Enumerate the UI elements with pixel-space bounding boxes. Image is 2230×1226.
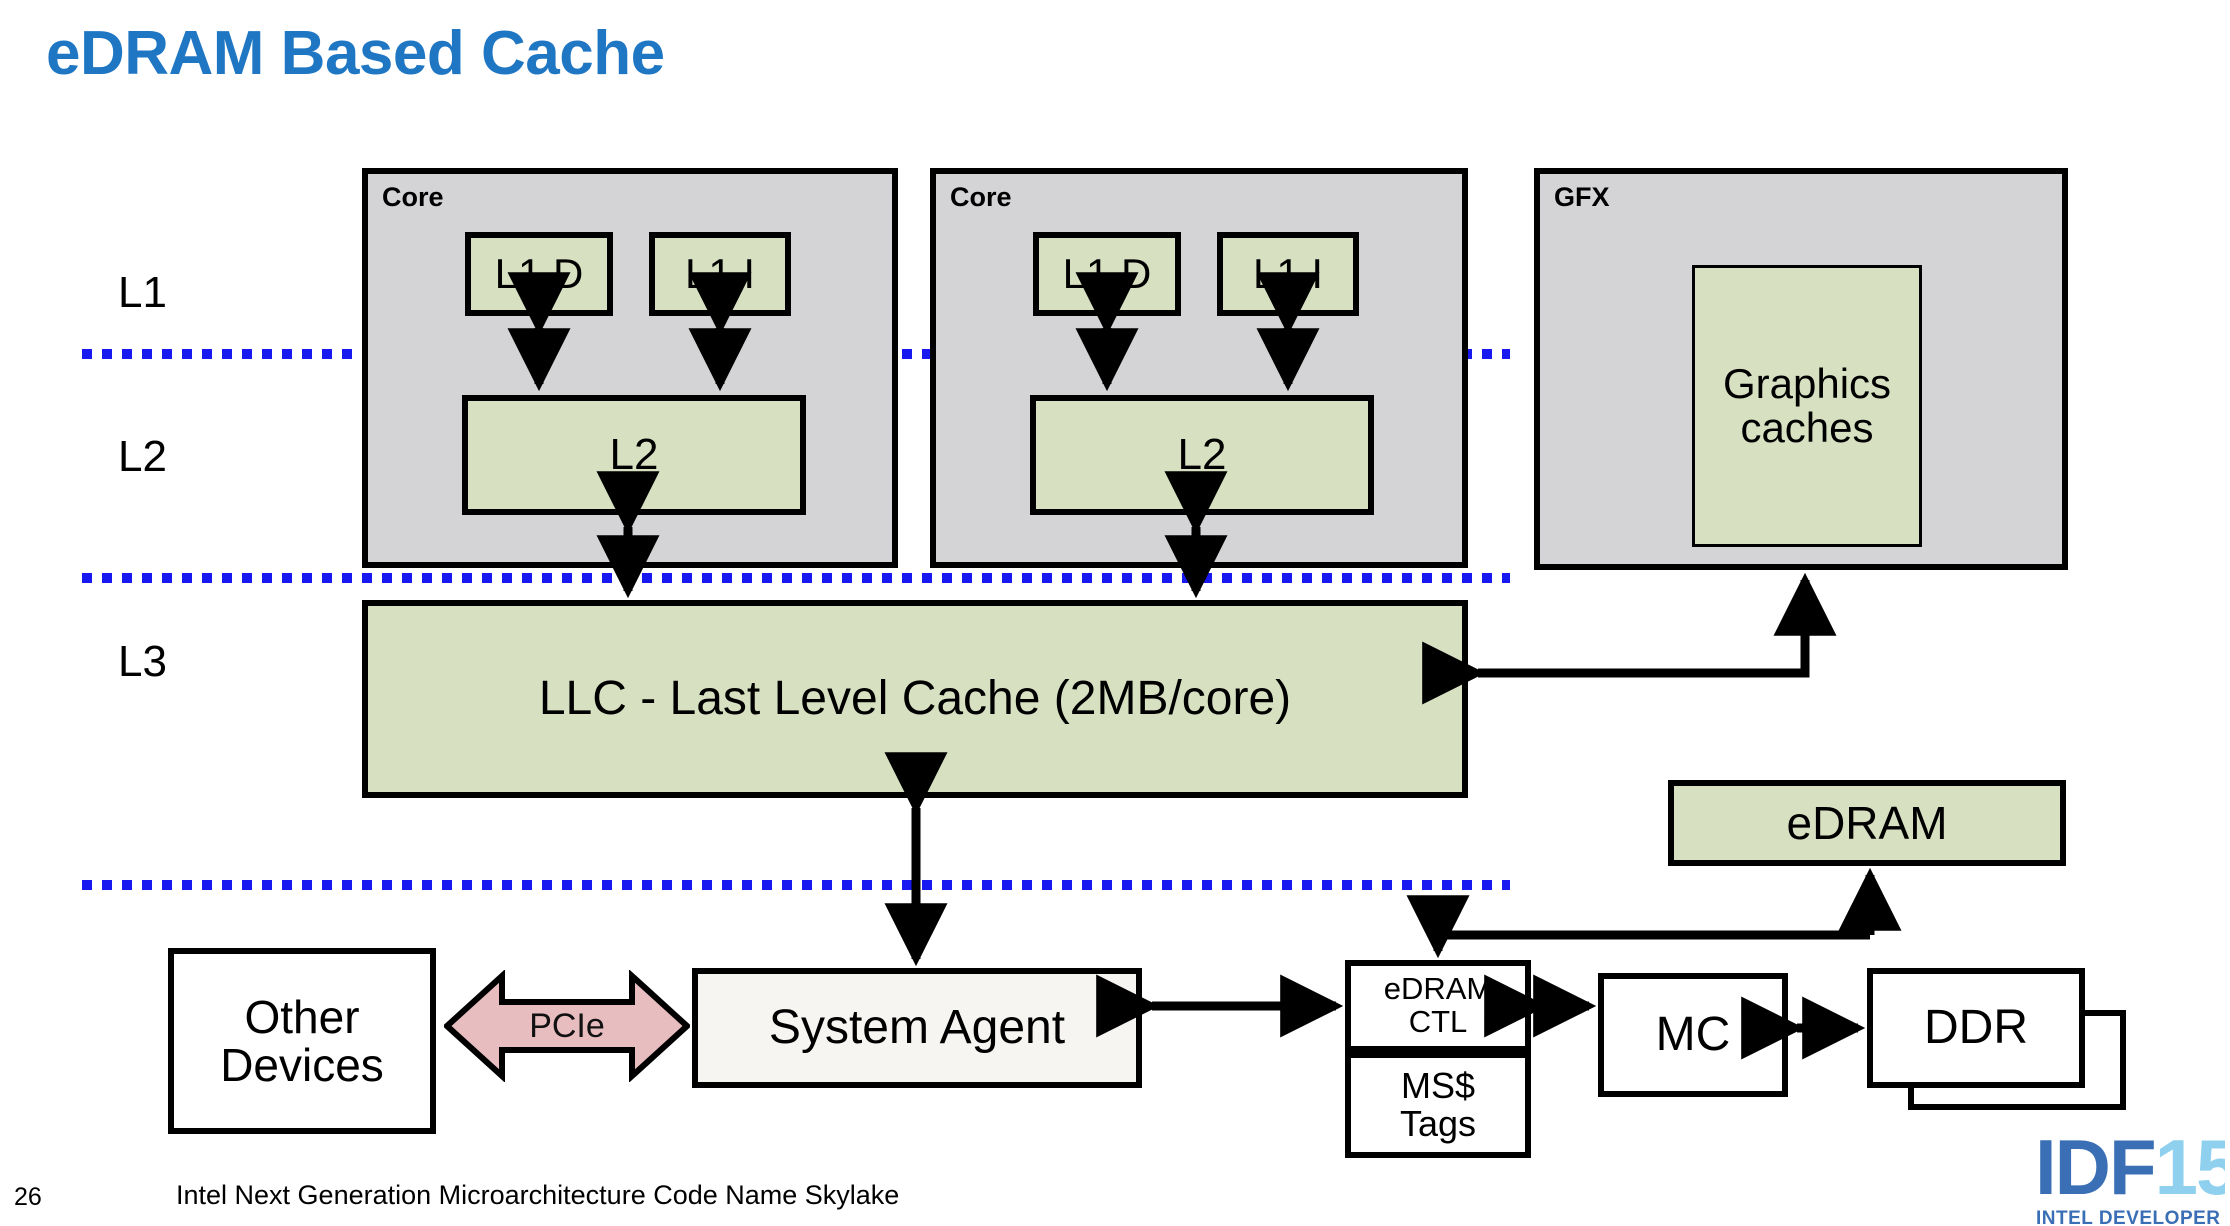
idf-logo-wordmark: IDF15: [2035, 1134, 2225, 1206]
llc-label: LLC - Last Level Cache (2MB/core): [538, 671, 1292, 725]
l1d-cache-1: L1 D: [1033, 232, 1181, 316]
idf-logo-tagline: INTEL DEVELOPER FORUM: [2036, 1208, 2225, 1226]
footer-text: Intel Next Generation Microarchitecture …: [176, 1180, 900, 1210]
other-devices-label: Other Devices: [220, 990, 384, 1091]
edram-ctl-label: eDRAM CTL: [1383, 971, 1493, 1039]
l1i-cache-1: L1 I: [1217, 232, 1359, 316]
idf-logo: IDF15 INTEL DEVELOPER FORUM: [2035, 1134, 2225, 1226]
slide-canvas: eDRAM Based Cache L1 L2 L3 Core L1 D L1 …: [0, 0, 2230, 1226]
l1d-label-0: L1 D: [494, 249, 584, 297]
core-title-0: Core: [382, 182, 444, 212]
level-label-l1: L1: [118, 268, 167, 317]
l1d-label-1: L1 D: [1062, 249, 1152, 297]
ddr-label: DDR: [1924, 1000, 2028, 1054]
divider-l2-l3: [82, 573, 1510, 583]
l2-cache-0: L2: [462, 395, 806, 515]
level-label-l3: L3: [118, 637, 167, 686]
graphics-caches-block: Graphics caches: [1692, 265, 1922, 547]
idf-logo-15: 15: [2154, 1134, 2225, 1211]
llc-block: LLC - Last Level Cache (2MB/core): [362, 600, 1468, 798]
edram-block: eDRAM: [1668, 780, 2066, 866]
level-label-l2: L2: [118, 432, 167, 481]
edram-ctl-block: eDRAM CTL: [1345, 960, 1531, 1052]
gfx-title: GFX: [1554, 182, 1610, 212]
l1i-label-1: L1 I: [1252, 249, 1324, 297]
arrow-edram-to-ctl: [1406, 895, 1870, 959]
ddr-block: DDR: [1867, 968, 2085, 1088]
l2-label-0: L2: [609, 429, 659, 479]
mc-block: MC: [1598, 973, 1788, 1097]
ms-tags-block: MS$ Tags: [1345, 1052, 1531, 1158]
l2-label-1: L2: [1177, 429, 1227, 479]
arrow-gfx-llc: [1422, 572, 1837, 705]
page-title: eDRAM Based Cache: [46, 19, 665, 88]
system-agent-label: System Agent: [768, 1000, 1066, 1054]
graphics-caches-label: Graphics caches: [1722, 359, 1892, 451]
idf-logo-idf: IDF: [2035, 1134, 2157, 1211]
mc-label: MC: [1655, 1007, 1731, 1061]
l1i-cache-0: L1 I: [649, 232, 791, 316]
edram-label: eDRAM: [1786, 796, 1948, 849]
divider-l3-uncore: [82, 880, 1510, 890]
ms-tags-label: MS$ Tags: [1399, 1065, 1477, 1144]
other-devices-block: Other Devices: [168, 948, 436, 1134]
l2-cache-1: L2: [1030, 395, 1374, 515]
core-title-1: Core: [950, 182, 1012, 212]
l1d-cache-0: L1 D: [465, 232, 613, 316]
system-agent-block: System Agent: [692, 968, 1142, 1088]
l1i-label-0: L1 I: [684, 249, 756, 297]
pcie-arrow: PCIe: [442, 969, 692, 1083]
page-number: 26: [14, 1183, 42, 1211]
pcie-label: PCIe: [529, 1006, 605, 1045]
